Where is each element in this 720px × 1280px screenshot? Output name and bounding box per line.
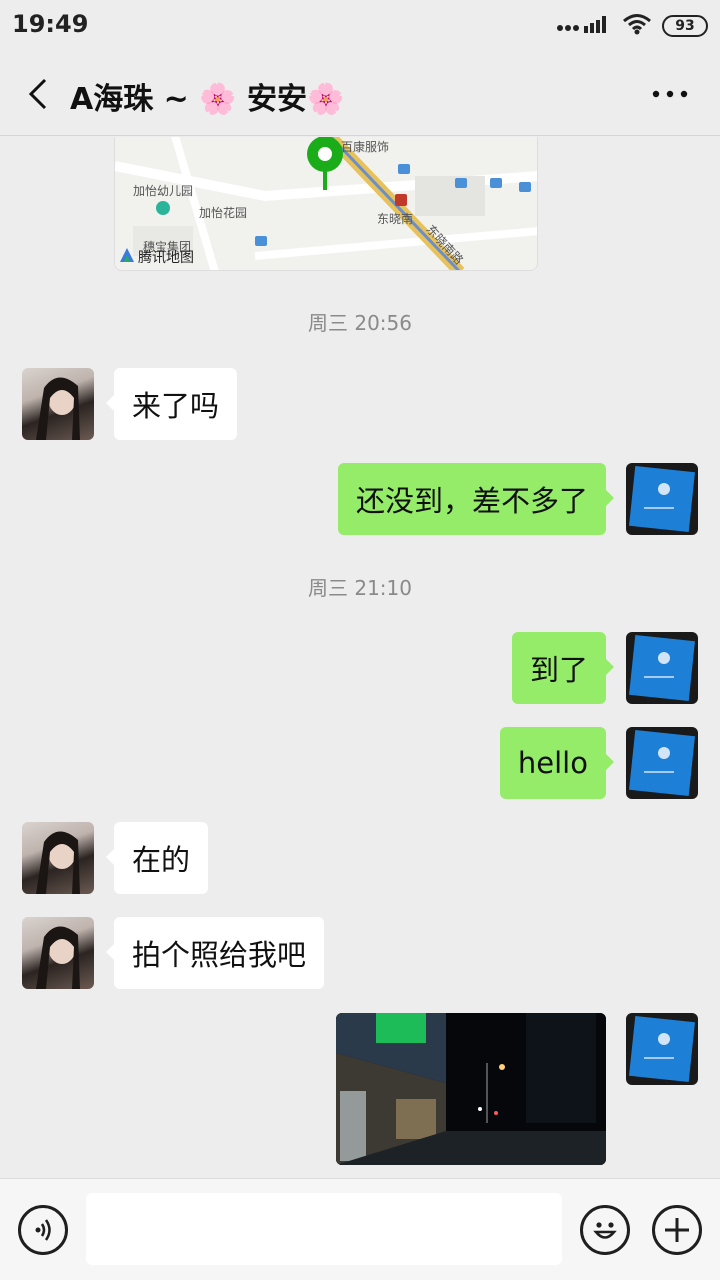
contact-avatar[interactable] xyxy=(22,822,94,894)
map-label: 加怡幼儿园 xyxy=(133,184,194,198)
message-bubble-incoming[interactable]: 拍个照给我吧 xyxy=(105,917,325,989)
map-label: 百康服饰 xyxy=(341,140,390,154)
more-dots-icon[interactable] xyxy=(648,76,692,112)
message-text: 来了吗 xyxy=(132,389,220,423)
timestamp: 周三 21:10 xyxy=(308,576,412,600)
message-text: 在的 xyxy=(132,843,191,877)
status-time: 19:49 xyxy=(12,10,89,38)
chat-input-bar xyxy=(0,1178,720,1280)
chat-title: A海珠 ~ 🌸 安安🌸 xyxy=(70,82,345,117)
my-avatar[interactable] xyxy=(626,727,698,799)
timestamp: 周三 20:56 xyxy=(308,311,412,335)
message-text: hello xyxy=(517,746,588,780)
message-bubble-incoming[interactable]: 在的 xyxy=(105,822,209,894)
message-bubble-outgoing[interactable]: 到了 xyxy=(511,632,615,704)
battery-indicator: 93 xyxy=(662,15,708,37)
wifi-icon xyxy=(622,13,652,39)
contact-avatar[interactable] xyxy=(22,917,94,989)
map-label: 加怡花园 xyxy=(199,206,248,220)
plus-icon[interactable] xyxy=(652,1205,702,1255)
message-bubble-outgoing[interactable]: 还没到，差不多了 xyxy=(337,463,615,535)
message-text: 拍个照给我吧 xyxy=(132,938,307,972)
message-text: 还没到，差不多了 xyxy=(355,484,588,518)
message-input[interactable] xyxy=(86,1193,562,1265)
my-avatar[interactable] xyxy=(626,632,698,704)
map-provider-logo: 腾讯地图 xyxy=(119,247,194,267)
message-list[interactable]: 加怡幼儿园 加怡花园 东晓南 东晓南路 穗宝集团 百康服饰 腾讯地图 周三 20… xyxy=(0,137,720,1178)
chat-header: A海珠 ~ 🌸 安安🌸 xyxy=(0,52,720,136)
message-text: 到了 xyxy=(529,653,588,687)
message-bubble-incoming[interactable]: 来了吗 xyxy=(105,368,238,440)
back-arrow-icon[interactable] xyxy=(18,72,58,116)
status-bar: 19:49 93 xyxy=(0,0,720,52)
map-provider-label: 腾讯地图 xyxy=(138,250,194,266)
contact-avatar[interactable] xyxy=(22,368,94,440)
map-label: 东晓南 xyxy=(377,212,414,226)
location-map-card[interactable]: 加怡幼儿园 加怡花园 东晓南 东晓南路 穗宝集团 百康服饰 腾讯地图 xyxy=(114,137,538,271)
status-icons: 93 xyxy=(556,12,708,40)
voice-icon[interactable] xyxy=(18,1205,68,1255)
photo-message[interactable] xyxy=(336,1013,606,1165)
message-bubble-outgoing[interactable]: hello xyxy=(499,727,615,799)
my-avatar[interactable] xyxy=(626,463,698,535)
my-avatar[interactable] xyxy=(626,1013,698,1085)
signal-icon xyxy=(556,14,612,38)
night-street-photo xyxy=(336,1013,606,1165)
map-logo-icon xyxy=(119,247,135,267)
emoji-icon[interactable] xyxy=(580,1205,630,1255)
